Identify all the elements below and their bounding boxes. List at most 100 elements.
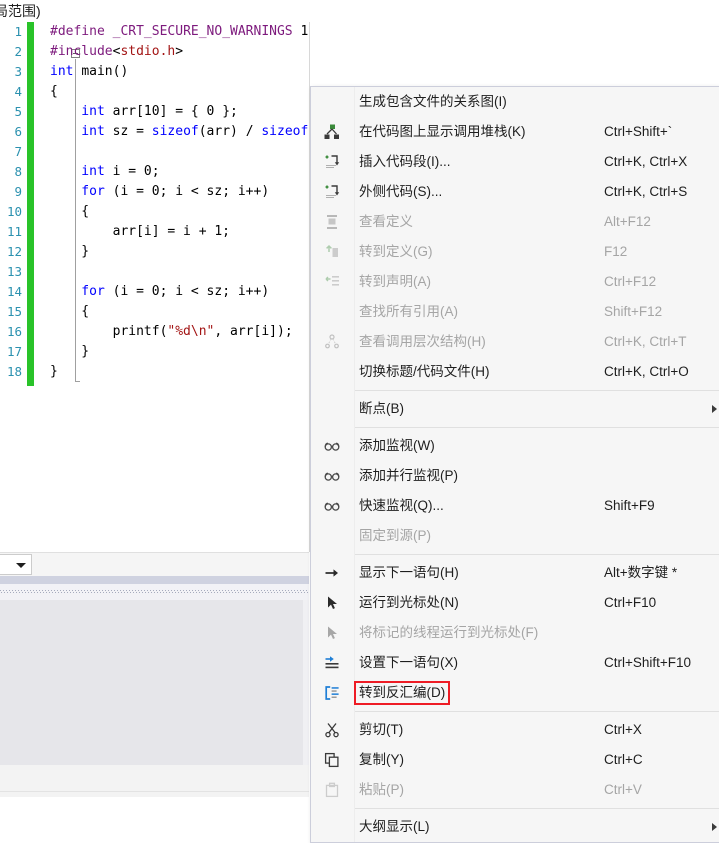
menu-item-label: 固定到源(P) [359,528,431,543]
code-token: { [50,84,58,99]
line-text: int i = 0; [50,162,159,182]
menu-item-show-next-statement[interactable]: 显示下一语句(H) Alt+数字键 * [311,558,719,588]
cursor-arrow-icon [318,618,346,648]
line-number: 15 [6,304,22,319]
submenu-arrow-icon [712,405,717,413]
menu-item-set-next-statement[interactable]: 设置下一语句(X) Ctrl+Shift+F10 [311,648,719,678]
line-text: } [50,342,89,362]
line-text: int arr[10] = { 0 }; [50,102,238,122]
code-line: 10 { [0,202,309,222]
code-token: { [50,304,90,319]
line-text: } [50,242,89,262]
code-token: arr[i] = i + 1; [50,224,231,239]
menu-item-label: 运行到光标处(N) [359,595,459,610]
menu-item-label: 大纲显示(L) [359,819,430,834]
disassembly-icon [318,678,346,708]
code-token: #define [50,24,113,39]
arrow-right-icon [318,558,346,588]
code-token: sz = [112,124,152,139]
go-to-definition-icon [318,237,346,267]
menu-item-label: 粘贴(P) [359,782,404,797]
menu-item-generate-include-graph[interactable]: 生成包含文件的关系图(I) [311,87,719,117]
menu-item-shortcut: Ctrl+F10 [604,595,657,610]
code-token: int [50,164,113,179]
code-token: } [50,344,90,359]
call-hierarchy-icon [318,327,346,357]
line-text: printf("%d\n", arr[i]); [50,322,293,342]
code-token: int [50,104,113,119]
chevron-down-icon [16,563,26,568]
copy-icon [318,745,346,775]
output-panel-scroll-column[interactable] [303,600,309,765]
menu-item-shortcut: Ctrl+K, Ctrl+X [604,154,688,169]
menu-item-toggle-header-code-file[interactable]: 切换标题/代码文件(H) Ctrl+K, Ctrl+O [311,357,719,387]
code-line: 3 int main() [0,62,309,82]
menu-separator [355,554,719,555]
line-text: for (i = 0; i < sz; i++) [50,282,269,302]
menu-item-label: 将标记的线程运行到光标处(F) [359,625,539,640]
code-editor[interactable]: 1 #define _CRT_SECURE_NO_WARNINGS 1 2 #incl… [0,22,309,552]
menu-item-label: 查看定义 [359,214,413,229]
cursor-arrow-icon [318,588,346,618]
code-token: sizeof [151,124,199,139]
menu-item-view-call-hierarchy: 查看调用层次结构(H) Ctrl+K, Ctrl+T [311,327,719,357]
line-number: 8 [14,164,22,179]
code-token: for [50,184,113,199]
line-text: int sz = sizeof(arr) / sizeof [50,122,308,142]
menu-item-find-all-references: 查找所有引用(A) Shift+F12 [311,297,719,327]
code-line: 8 int i = 0; [0,162,309,182]
menu-item-copy[interactable]: 复制(Y) Ctrl+C [311,745,719,775]
menu-item-shortcut: Ctrl+Shift+` [604,124,673,139]
set-next-statement-icon [318,648,346,678]
code-token: for [50,284,113,299]
menu-item-go-to-definition: 转到定义(G) F12 [311,237,719,267]
editor-context-menu[interactable]: 生成包含文件的关系图(I) 在代码图上显示调用堆栈(K) Ctrl+Shift+` 插… [310,86,719,843]
menu-item-insert-snippet[interactable]: 插入代码段(I)... Ctrl+K, Ctrl+X [311,147,719,177]
status-strip-divider [0,791,309,792]
line-number: 6 [14,124,22,139]
code-token: arr[10] = { 0 }; [112,104,238,119]
menu-item-label: 查找所有引用(A) [359,304,458,319]
menu-item-show-call-stack-on-code-map[interactable]: 在代码图上显示调用堆栈(K) Ctrl+Shift+` [311,117,719,147]
code-token: > [175,44,184,59]
line-text: } [50,362,58,382]
menu-item-shortcut: Alt+F12 [604,214,651,229]
menu-item-label: 生成包含文件的关系图(I) [359,94,507,109]
menu-item-paste: 粘贴(P) Ctrl+V [311,775,719,805]
scope-combobox[interactable] [0,554,32,575]
line-text: #define _CRT_SECURE_NO_WARNINGS 1 [50,22,308,42]
menu-separator [355,390,719,391]
menu-item-label: 插入代码段(I)... [359,154,451,169]
code-line: 9 for (i = 0; i < sz; i++) [0,182,309,202]
screen-root: 局范围) 1 #define _CRT_SECURE_NO_WARNINGS 12… [0,0,719,843]
code-map-icon [318,117,346,147]
code-token: main() [81,64,129,79]
code-token: sizeof [261,124,309,139]
menu-item-breakpoint[interactable]: 断点(B) [311,394,719,424]
menu-item-label: 显示下一语句(H) [359,565,459,580]
line-number: 7 [14,144,22,159]
menu-separator [355,711,719,712]
menu-item-shortcut: Ctrl+Shift+F10 [604,655,692,670]
go-to-declaration-icon [318,267,346,297]
menu-item-add-watch[interactable]: 添加监视(W) [311,431,719,461]
code-line: 13 [0,262,309,282]
output-panel[interactable] [0,600,303,765]
menu-item-run-to-cursor[interactable]: 运行到光标处(N) Ctrl+F10 [311,588,719,618]
editor-navigation-bar [0,552,309,577]
menu-item-go-to-disassembly[interactable]: 转到反汇编(D) [311,678,719,708]
horizontal-splitter[interactable] [0,576,309,584]
menu-item-cut[interactable]: 剪切(T) Ctrl+X [311,715,719,745]
menu-item-add-parallel-watch[interactable]: 添加并行监视(P) [311,461,719,491]
menu-item-outlining[interactable]: 大纲显示(L) [311,812,719,842]
line-text: int main() [50,62,128,82]
code-token: _CRT_SECURE_NO_WARNINGS [112,24,301,39]
line-number: 3 [14,64,22,79]
menu-item-surround-with[interactable]: 外侧代码(S)... Ctrl+K, Ctrl+S [311,177,719,207]
code-token: int [50,64,82,79]
scissors-icon [318,715,346,745]
menu-item-quick-watch[interactable]: 快速监视(Q)... Shift+F9 [311,491,719,521]
code-text-area[interactable]: 1 #define _CRT_SECURE_NO_WARNINGS 1 2 #incl… [0,22,309,552]
line-text: arr[i] = i + 1; [50,222,230,242]
code-line: 6 int sz = sizeof(arr) / sizeof [0,122,309,142]
